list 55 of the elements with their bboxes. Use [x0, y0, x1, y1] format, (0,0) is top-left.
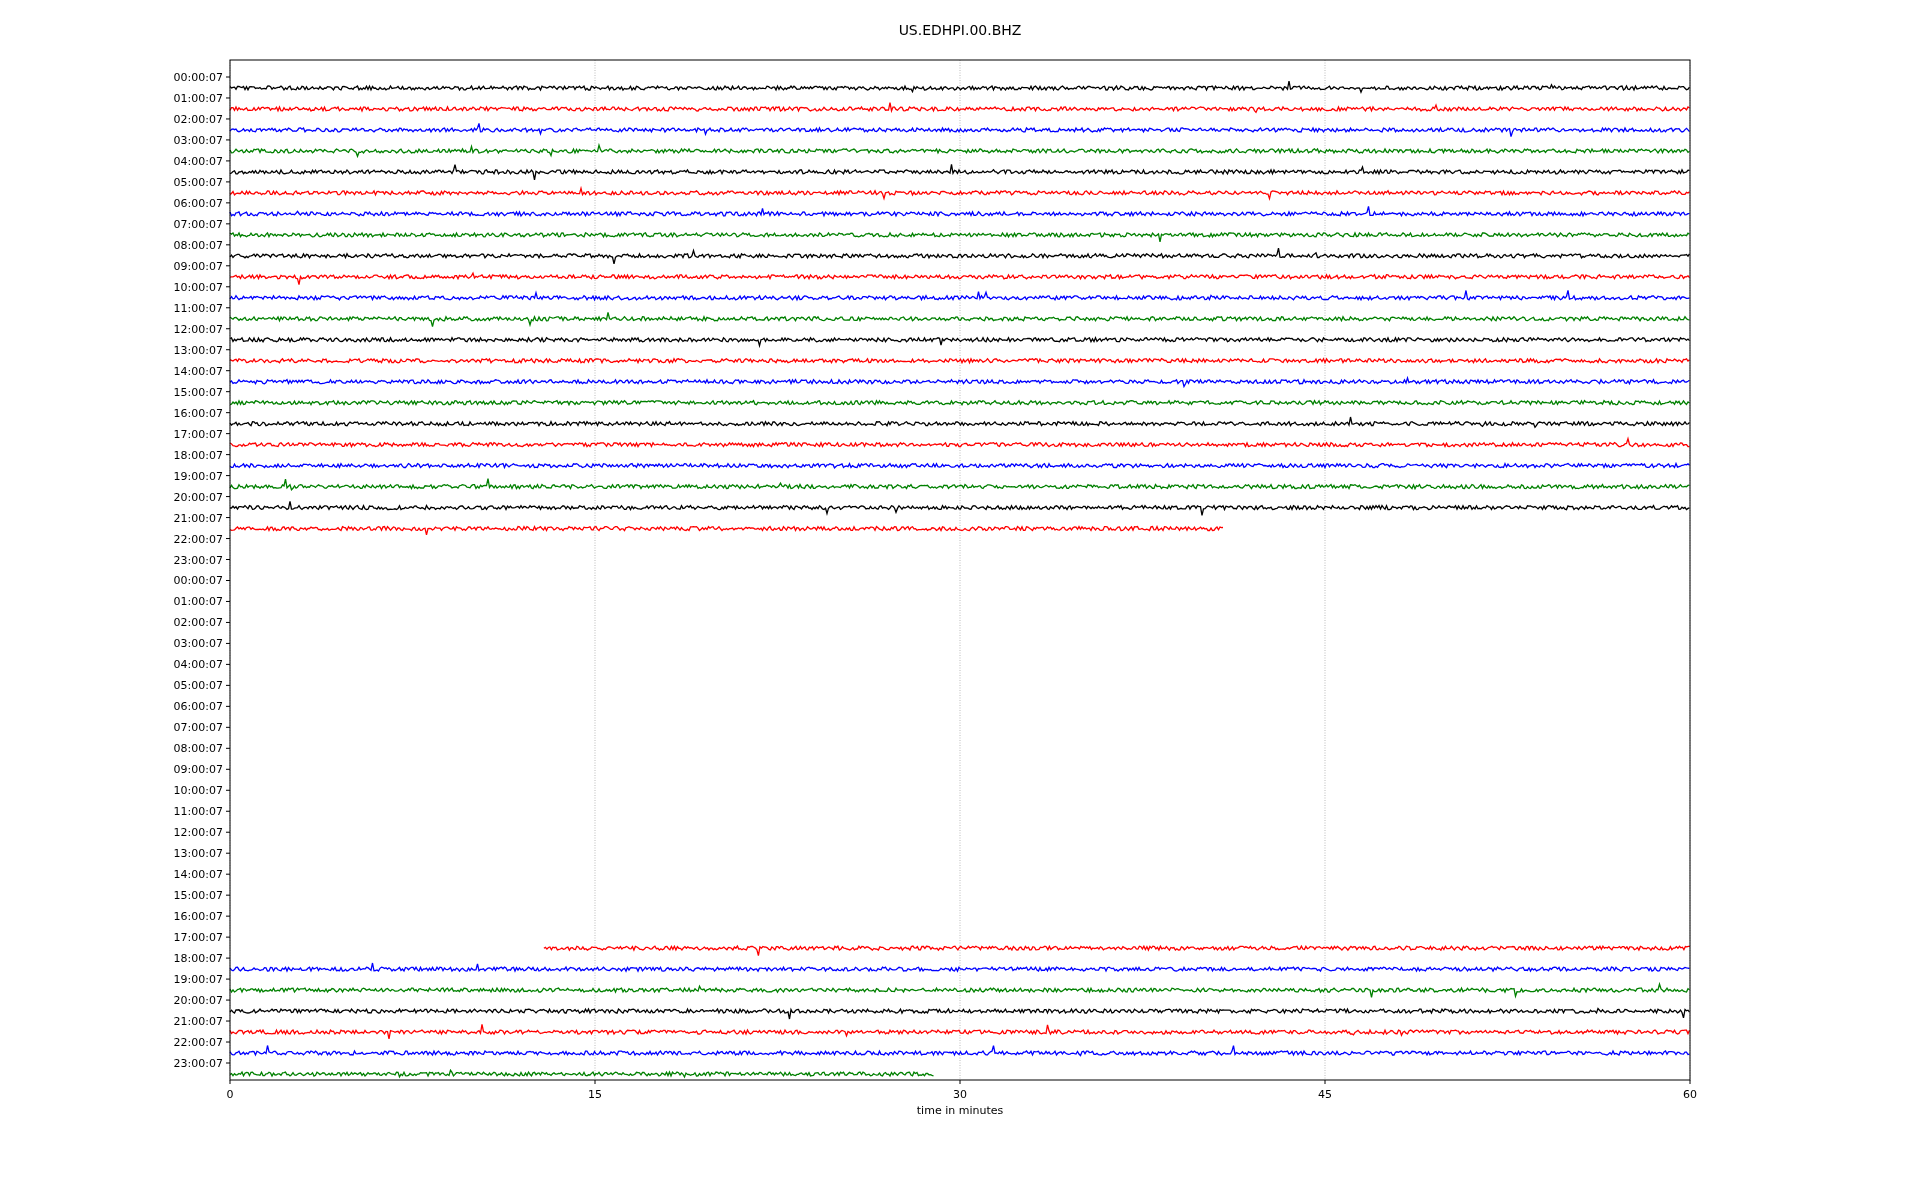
y-axis-label: 07:00:07 [173, 217, 223, 231]
y-axis-label: 04:00:07 [173, 154, 223, 168]
y-axis-label: 15:00:07 [173, 889, 223, 903]
y-axis-label: 02:00:07 [173, 616, 223, 630]
y-axis-label: 23:00:07 [173, 553, 223, 567]
y-axis-label: 16:00:07 [173, 910, 223, 924]
y-axis-label: 02:00:07 [173, 112, 223, 126]
y-axis-label: 03:00:07 [173, 133, 223, 147]
y-axis-label: 18:00:07 [173, 952, 223, 966]
x-axis-label: 45 [1318, 1088, 1332, 1101]
y-axis-label: 11:00:07 [173, 805, 223, 819]
y-axis-label: 01:00:07 [173, 92, 223, 105]
x-axis-label: 15 [588, 1088, 602, 1101]
y-axis-label: 06:00:07 [173, 700, 223, 714]
x-axis-label: 0 [226, 1088, 234, 1101]
y-axis-label: 21:00:07 [173, 511, 223, 525]
y-axis-label: 23:00:07 [173, 1057, 223, 1070]
y-axis-label: 10:00:07 [173, 784, 223, 798]
y-axis-label: 11:00:07 [173, 301, 223, 315]
y-axis-label: 04:00:07 [173, 658, 223, 672]
y-axis-label: 06:00:07 [173, 196, 223, 210]
y-axis-label: 19:00:07 [173, 973, 223, 987]
y-axis-label: 03:00:07 [173, 637, 223, 651]
y-axis-label: 22:00:07 [173, 532, 223, 546]
y-axis-label: 12:00:07 [173, 322, 223, 336]
y-axis-label: 07:00:07 [173, 721, 223, 735]
y-axis-label: 13:00:07 [173, 343, 223, 357]
y-axis-label: 13:00:07 [173, 847, 223, 861]
chart-title: US.EDHPI.00.BHZ [898, 22, 1022, 38]
x-axis-title: time in minutes [916, 1104, 1004, 1117]
y-axis-label: 19:00:07 [173, 469, 223, 483]
y-axis-label: 12:00:07 [173, 826, 223, 840]
y-axis-label: 14:00:07 [173, 364, 223, 378]
y-axis-label: 20:00:07 [173, 490, 223, 504]
y-axis-label: 08:00:07 [173, 238, 223, 252]
y-axis-label: 00:00:07 [173, 71, 223, 84]
y-axis-label: 09:00:07 [173, 259, 223, 273]
y-axis-label: 21:00:07 [173, 1015, 223, 1029]
y-axis-label: 17:00:07 [173, 427, 223, 441]
y-axis-label: 14:00:07 [173, 868, 223, 882]
x-axis-label: 30 [953, 1088, 967, 1101]
y-axis-label: 17:00:07 [173, 931, 223, 945]
y-axis-label: 15:00:07 [173, 385, 223, 399]
y-axis-label: 22:00:07 [173, 1036, 223, 1049]
y-axis-label: 20:00:07 [173, 994, 223, 1008]
y-axis-label: 08:00:07 [173, 742, 223, 756]
y-axis-label: 18:00:07 [173, 448, 223, 462]
x-axis-label: 60 [1683, 1088, 1697, 1101]
y-axis-label: 05:00:07 [173, 175, 223, 189]
y-axis-label: 00:00:07 [173, 574, 223, 588]
y-axis-label: 10:00:07 [173, 280, 223, 294]
y-axis-label: 16:00:07 [173, 406, 223, 420]
y-axis-label: 01:00:07 [173, 595, 223, 609]
y-axis-label: 05:00:07 [173, 679, 223, 693]
y-axis-label: 09:00:07 [173, 763, 223, 777]
